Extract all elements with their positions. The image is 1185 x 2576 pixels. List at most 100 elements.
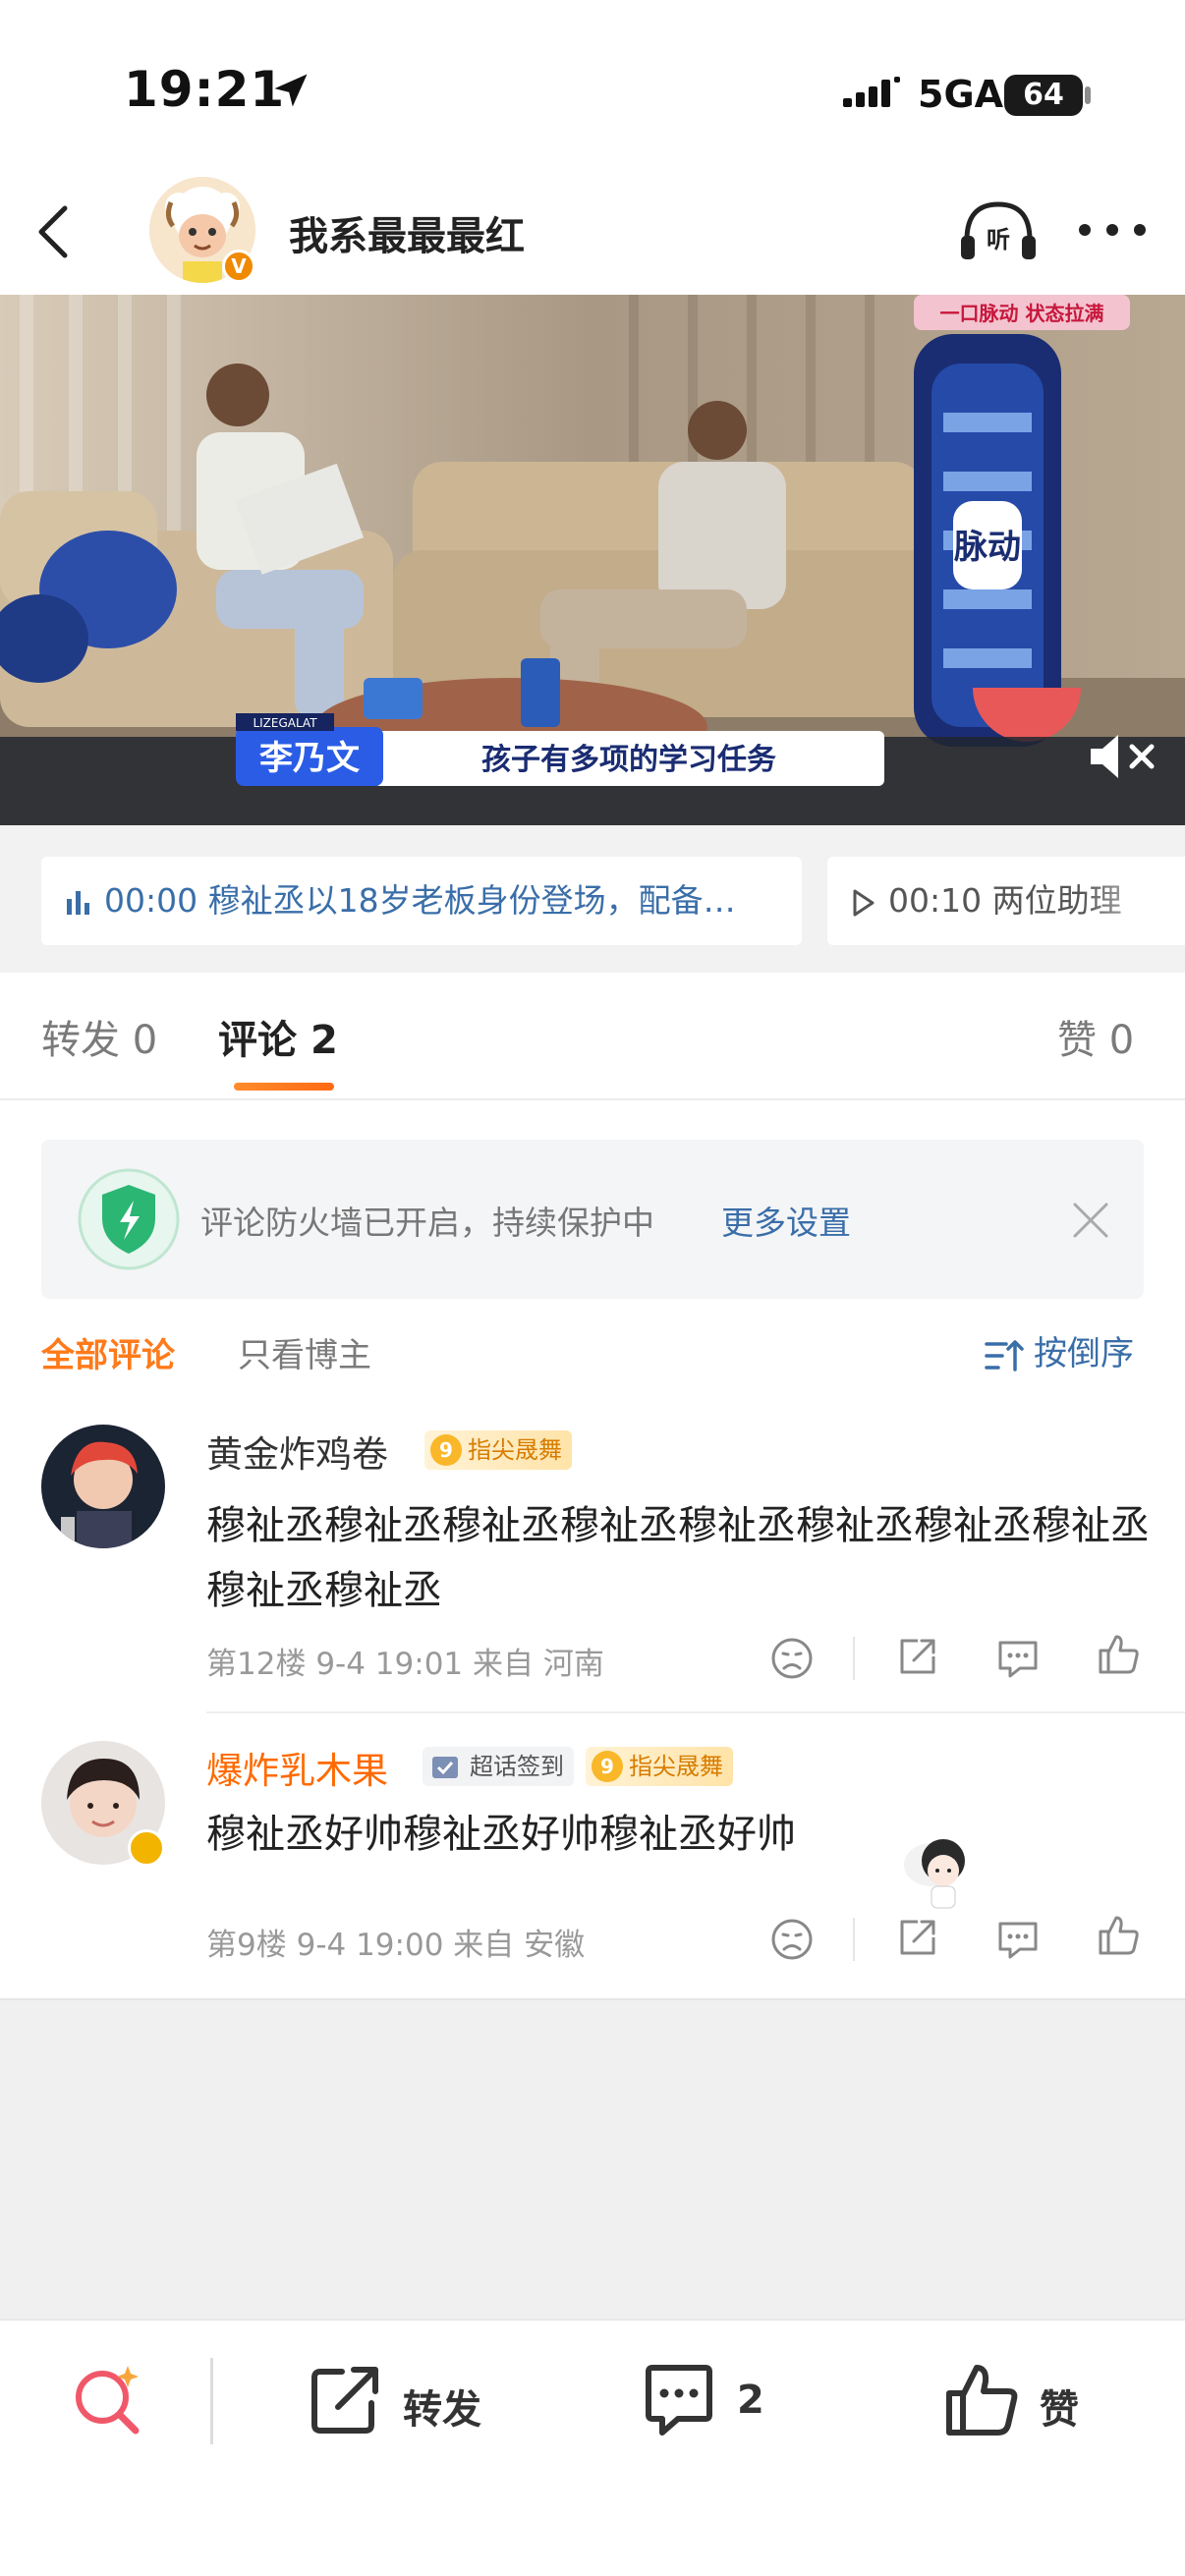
action-separator xyxy=(853,1637,855,1680)
status-bar: 19:21 5GA 64 xyxy=(0,0,1185,167)
sort-label: 按倒序 xyxy=(1034,1334,1134,1373)
more-settings-link[interactable]: 更多设置 xyxy=(721,1197,851,1244)
like-thumb-icon[interactable] xyxy=(1095,1912,1142,1959)
active-tab-indicator xyxy=(234,1083,334,1091)
comment-floor: 第9楼 xyxy=(206,1928,287,1963)
more-options-icon[interactable] xyxy=(1073,218,1152,242)
commenter-name[interactable]: 黄金炸鸡卷 xyxy=(206,1425,388,1478)
comment-date: 9-4 19:00 xyxy=(296,1928,444,1963)
network-type: 5GA xyxy=(918,73,1004,116)
empty-area xyxy=(0,1998,1185,2319)
repost-label: 转发 xyxy=(403,2387,481,2433)
battery-tip xyxy=(1085,86,1091,104)
author-name[interactable]: 我系最最最红 xyxy=(289,204,525,261)
repost-share-icon xyxy=(311,2367,378,2434)
commenter-avatar[interactable] xyxy=(41,1425,165,1548)
sort-button[interactable]: 按倒序 xyxy=(985,1326,1134,1373)
mute-speaker-icon[interactable] xyxy=(1085,727,1163,786)
tab-likes[interactable]: 赞 0 xyxy=(1057,1008,1134,1065)
comment-meta: 第9楼 9-4 19:00 来自 安徽 xyxy=(206,1920,585,1964)
notice-text: 评论防火墙已开启，持续保护中 xyxy=(200,1204,654,1242)
video-caption-name: 李乃文 xyxy=(259,739,360,778)
tab-comments-label: 评论 xyxy=(218,1018,297,1063)
commenter-name[interactable]: 爆炸乳木果 xyxy=(206,1741,388,1794)
comment-count: 2 xyxy=(737,2378,764,2423)
post-tabs: 转发 0 评论 2 赞 0 xyxy=(0,973,1185,1100)
tab-comments[interactable]: 评论 2 xyxy=(218,1008,338,1065)
ad-banner-text: 一口脉动 状态拉满 xyxy=(940,302,1104,325)
video-player[interactable]: 脉动 一口脉动 状态拉满 孩子有多项的学习任务 李乃文 LIZEGALAT xyxy=(0,295,1185,825)
video-frame: 脉动 一口脉动 状态拉满 孩子有多项的学习任务 李乃文 LIZEGALAT xyxy=(0,295,1185,825)
play-outline-icon xyxy=(853,889,875,916)
post-header: V 我系最最最红 听 xyxy=(0,167,1185,295)
chapter-label-1: 穆祉丞以18岁老板身份登场，配备… xyxy=(207,881,736,920)
svg-text:听: 听 xyxy=(987,226,1010,253)
chapter-time-1: 00:00 xyxy=(104,881,198,920)
cellular-signal-icon xyxy=(843,77,900,107)
verified-badge: V xyxy=(222,250,255,283)
comment-button[interactable]: 2 xyxy=(639,2360,796,2440)
fan-badge[interactable]: 9 指尖晟舞 xyxy=(424,1430,572,1470)
super-topic-sign-badge[interactable]: 超话签到 xyxy=(423,1747,574,1786)
comment-divider xyxy=(206,1711,1185,1713)
cartoon-sticker-icon xyxy=(904,1839,965,1909)
comment-bubble-icon xyxy=(646,2365,712,2436)
location-arrow-icon xyxy=(274,74,308,107)
bottom-action-bar: 转发 2 赞 xyxy=(0,2319,1185,2576)
comment-location: 来自 河南 xyxy=(473,1647,604,1682)
share-icon[interactable] xyxy=(894,1633,941,1680)
tab-comments-count: 2 xyxy=(310,1018,338,1063)
tab-likes-count: 0 xyxy=(1108,1018,1135,1063)
repost-button[interactable]: 转发 xyxy=(305,2360,491,2440)
video-chapters: 00:00 穆祉丞以18岁老板身份登场，配备… 00:10 两位助理 xyxy=(0,825,1185,973)
sign-badge-text: 超话签到 xyxy=(470,1753,564,1780)
like-thumb-icon xyxy=(946,2365,1018,2436)
tab-repost[interactable]: 转发 0 xyxy=(41,1008,157,1065)
close-icon[interactable] xyxy=(1069,1199,1112,1242)
ai-search-icon[interactable] xyxy=(69,2360,147,2438)
chapter-item-1[interactable]: 00:00 穆祉丞以18岁老板身份登场，配备… xyxy=(41,857,802,945)
comment-firewall-notice: 评论防火墙已开启，持续保护中 更多设置 xyxy=(41,1140,1144,1299)
comment-meta: 第12楼 9-4 19:01 来自 河南 xyxy=(206,1639,604,1683)
fan-badge-level: 9 xyxy=(430,1434,462,1466)
comment-text: 穆祉丞穆祉丞穆祉丞穆祉丞穆祉丞穆祉丞穆祉丞穆祉丞穆祉丞穆祉丞 xyxy=(206,1503,1150,1613)
commenter-photo xyxy=(41,1425,165,1548)
back-arrow-icon[interactable] xyxy=(29,202,79,261)
video-caption-text: 孩子有多项的学习任务 xyxy=(481,743,776,777)
member-badge xyxy=(128,1829,165,1867)
calendar-check-icon xyxy=(432,1757,458,1778)
fan-badge-text: 指尖晟舞 xyxy=(629,1753,723,1780)
sort-order-icon xyxy=(985,1339,1024,1372)
reply-bubble-icon[interactable] xyxy=(994,1916,1042,1963)
fan-badge[interactable]: 9 指尖晟舞 xyxy=(586,1747,733,1786)
tab-repost-count: 0 xyxy=(132,1018,158,1063)
fan-badge-level: 9 xyxy=(592,1751,623,1782)
reply-bubble-icon[interactable] xyxy=(994,1635,1042,1682)
like-label: 赞 xyxy=(1040,2387,1079,2433)
headphones-listen-icon[interactable]: 听 xyxy=(957,196,1040,265)
shield-lightning-icon xyxy=(78,1168,180,1270)
dislike-face-icon[interactable] xyxy=(768,1916,816,1963)
comment-date: 9-4 19:01 xyxy=(315,1647,464,1682)
action-separator xyxy=(853,1918,855,1961)
chapter-time-2: 00:10 xyxy=(888,881,983,920)
comment-location: 来自 安徽 xyxy=(453,1928,586,1963)
video-caption-tag: LIZEGALAT xyxy=(253,716,317,730)
playing-bars-icon xyxy=(67,890,89,915)
tab-likes-label: 赞 xyxy=(1057,1018,1097,1063)
brand-logo-text: 脉动 xyxy=(954,528,1021,567)
status-time: 19:21 xyxy=(124,61,286,118)
bottom-separator xyxy=(210,2358,213,2444)
tab-repost-label: 转发 xyxy=(41,1018,120,1063)
filter-all-comments[interactable]: 全部评论 xyxy=(41,1328,175,1376)
like-button[interactable]: 赞 xyxy=(941,2360,1099,2440)
comment-floor: 第12楼 xyxy=(206,1647,307,1682)
fan-badge-text: 指尖晟舞 xyxy=(468,1436,562,1464)
share-icon[interactable] xyxy=(894,1914,941,1961)
filter-host-only[interactable]: 只看博主 xyxy=(238,1328,371,1376)
comment-text: 穆祉丞好帅穆祉丞好帅穆祉丞好帅 xyxy=(206,1812,796,1857)
battery-indicator: 64 xyxy=(1004,75,1083,116)
like-thumb-icon[interactable] xyxy=(1095,1631,1142,1678)
dislike-face-icon[interactable] xyxy=(768,1635,816,1682)
chapter-fade xyxy=(1081,857,1185,945)
